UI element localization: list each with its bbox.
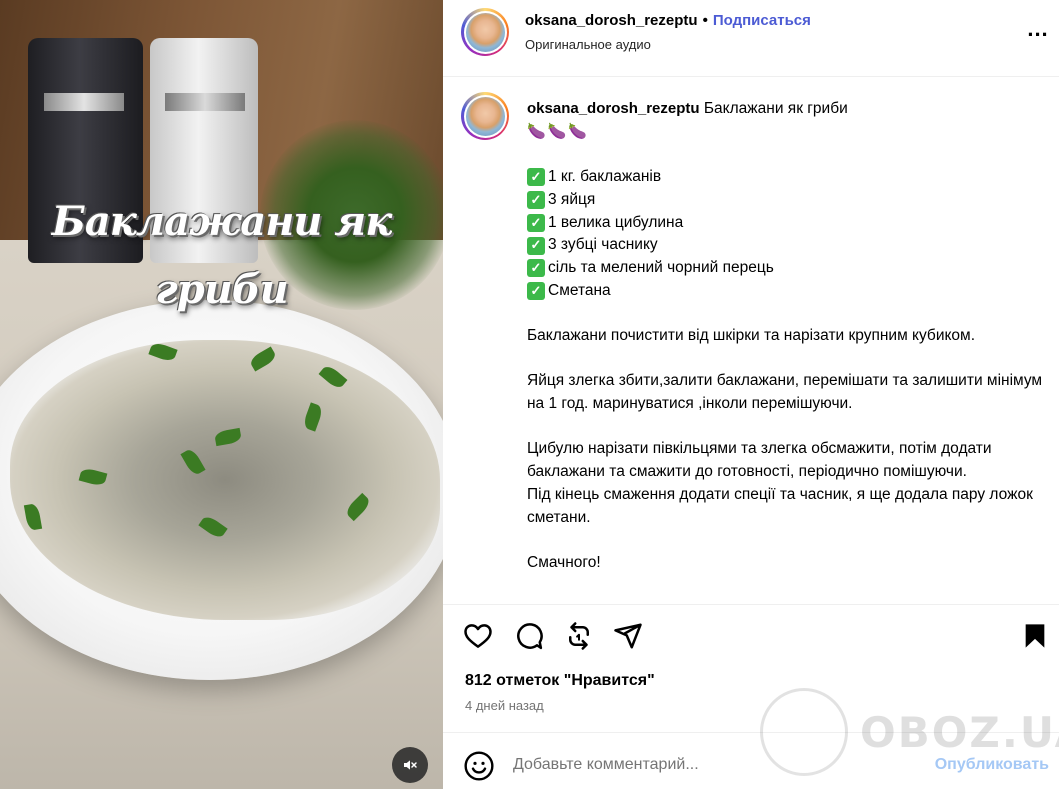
speaker-muted-icon <box>404 760 417 770</box>
more-options-icon[interactable]: ... <box>1023 18 1053 44</box>
avatar-ring <box>463 10 507 54</box>
post-media[interactable]: Баклажани як гриби <box>0 0 443 789</box>
comment-bar: Опубликовать <box>443 732 1059 789</box>
caption-cut-line: Смачного! <box>527 553 601 571</box>
post-actions <box>443 604 1059 664</box>
heart-icon[interactable] <box>463 621 493 651</box>
media-overlay-title: Баклажани як <box>51 198 393 245</box>
grinder-band <box>165 93 245 111</box>
media-overlay-title: гриби <box>155 266 289 313</box>
avatar[interactable] <box>461 8 509 56</box>
publish-button[interactable]: Опубликовать <box>935 756 1049 774</box>
post-header: oksana_dorosh_rezeptu • Подписаться Оригин… <box>443 0 1059 77</box>
instruction-paragraph: Цибулю нарізати півкільцями та злегка об… <box>527 440 992 481</box>
likes-count[interactable]: 812 отметок "Нравится" <box>465 672 655 690</box>
instruction-paragraph: Баклажани почистити від шкірки та наріза… <box>527 327 976 344</box>
ingredient-text: сіль та мелений чорний перець <box>548 258 774 276</box>
dish-image <box>10 340 440 620</box>
ingredient-item: ✓ 3 яйця <box>527 189 1047 212</box>
check-mark-icon: ✓ <box>527 259 545 278</box>
avatar-ring <box>463 94 507 138</box>
ingredient-item: ✓ 1 кг. баклажанів <box>527 166 1047 189</box>
ingredient-item: ✓ 3 зубці часнику <box>527 234 1047 257</box>
caption-title: Баклажани як гриби <box>703 100 848 117</box>
repost-icon[interactable] <box>564 621 594 651</box>
ingredient-text: Сметана <box>548 281 611 299</box>
instruction-line: Під кінець смаження додати спеції та час… <box>527 485 1033 526</box>
avatar-photo <box>465 96 505 136</box>
ingredient-text: 3 зубці часнику <box>548 236 658 254</box>
header-username[interactable]: oksana_dorosh_rezeptu <box>525 12 698 29</box>
ingredient-text: 3 яйця <box>548 190 596 208</box>
mute-button[interactable] <box>392 747 428 783</box>
ingredient-item: ✓ 1 велика цибулина <box>527 212 1047 235</box>
emoji-icon[interactable] <box>463 750 495 782</box>
caption-username[interactable]: oksana_dorosh_rezeptu <box>527 100 700 117</box>
check-mark-icon: ✓ <box>527 281 545 300</box>
share-icon[interactable] <box>613 621 643 651</box>
audio-label[interactable]: Оригинальное аудио <box>525 37 651 52</box>
avatar-photo <box>465 12 505 52</box>
ingredients-list: ✓ 1 кг. баклажанів ✓ 3 яйця ✓ 1 велика цибули… <box>527 166 1047 302</box>
check-mark-icon: ✓ <box>527 236 545 255</box>
ingredient-item: ✓ Сметана <box>527 280 1047 303</box>
instruction-paragraph: Яйця злегка збити,залити баклажани, пере… <box>527 372 1043 413</box>
check-mark-icon: ✓ <box>527 213 545 232</box>
comment-icon[interactable] <box>514 621 544 651</box>
check-mark-icon: ✓ <box>527 191 545 210</box>
post-date[interactable]: 4 дней назад <box>465 698 544 713</box>
comment-input[interactable] <box>513 756 913 774</box>
ingredient-item: ✓ сіль та мелений чорний перець <box>527 257 1047 280</box>
caption-avatar[interactable] <box>461 92 509 140</box>
follow-button[interactable]: Подписаться <box>713 12 811 29</box>
post-details-panel: oksana_dorosh_rezeptu • Подписаться Оригин… <box>443 0 1059 789</box>
grinder-band <box>44 93 124 111</box>
check-mark-icon: ✓ <box>527 168 545 187</box>
caption-heading: oksana_dorosh_rezeptu Баклажани як гриби <box>527 98 1047 121</box>
ingredient-text: 1 кг. баклажанів <box>548 168 662 186</box>
separator-dot: • <box>702 12 708 29</box>
eggplant-emoji-row: 🍆🍆🍆 <box>527 122 590 140</box>
bookmark-icon[interactable] <box>1021 622 1049 650</box>
post-caption: oksana_dorosh_rezeptu Баклажани як гриби… <box>527 98 1047 598</box>
instructions: Баклажани почистити від шкірки та наріза… <box>527 325 1047 484</box>
ingredient-text: 1 велика цибулина <box>548 213 684 231</box>
header-user-line: oksana_dorosh_rezeptu • Подписаться <box>525 12 811 29</box>
